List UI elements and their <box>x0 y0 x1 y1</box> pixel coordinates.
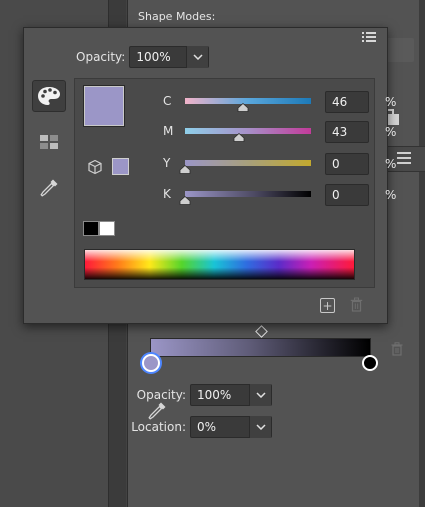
popup-menu-icon[interactable] <box>362 31 376 43</box>
shape-modes-label: Shape Modes: <box>138 10 216 23</box>
eyedropper-icon <box>40 179 58 197</box>
channel-row-k: K 0 % <box>163 184 396 210</box>
color-mixer-panel: C 46 % M 43 % Y 0 % K 0 % <box>74 78 396 288</box>
channel-input-m[interactable]: 43 <box>325 121 369 143</box>
color-mode-tabs <box>32 80 66 218</box>
channel-unit-c: % <box>385 95 397 109</box>
palette-icon <box>38 87 60 105</box>
channel-label-y: Y <box>163 156 171 170</box>
chevron-down-icon[interactable] <box>249 384 271 406</box>
channel-slider-m[interactable] <box>185 128 311 134</box>
channel-slider-k[interactable] <box>185 191 311 197</box>
channel-label-c: C <box>163 94 172 108</box>
popup-opacity-label: Opacity: <box>76 50 126 64</box>
swatches-icon <box>40 135 58 149</box>
gradient-opacity-label: Opacity: <box>136 388 186 402</box>
gradient-slider-bar[interactable] <box>150 338 371 357</box>
chevron-down-icon[interactable] <box>249 416 271 438</box>
color-spectrum[interactable] <box>84 249 355 280</box>
gradient-location-value[interactable]: 0% <box>191 420 249 434</box>
tab-eyedropper[interactable] <box>32 172 66 204</box>
gradient-stop-end[interactable] <box>362 355 378 371</box>
black-swatch[interactable] <box>83 221 99 236</box>
gradient-location-dropdown[interactable]: 0% <box>190 416 272 438</box>
black-white-swatches <box>83 220 117 237</box>
new-swatch-icon[interactable]: + <box>320 298 335 313</box>
gradient-location-row: Location: 0% <box>130 416 272 438</box>
channel-unit-k: % <box>385 188 397 202</box>
channel-unit-y: % <box>385 157 397 171</box>
channel-unit-m: % <box>385 125 397 139</box>
channel-input-k[interactable]: 0 <box>325 184 369 206</box>
popup-opacity-value[interactable]: 100% <box>130 50 186 64</box>
gradient-opacity-dropdown[interactable]: 100% <box>190 384 272 406</box>
white-swatch[interactable] <box>99 221 115 236</box>
channel-row-m: M 43 % <box>163 121 396 147</box>
delete-stop-icon[interactable] <box>391 342 403 360</box>
right-edge <box>419 0 425 507</box>
color-picker-popup: Opacity: 100% C 46 % M 43 % Y 0 % K 0 % … <box>23 27 396 324</box>
popup-opacity-row: Opacity: 100% <box>76 46 210 68</box>
chevron-down-icon[interactable] <box>186 46 209 68</box>
gradient-opacity-row: Opacity: 100% <box>130 384 272 406</box>
tab-swatches[interactable] <box>32 126 66 158</box>
channel-row-y: Y 0 % <box>163 153 396 179</box>
gradient-opacity-value[interactable]: 100% <box>191 388 249 402</box>
current-color-swatch <box>83 85 125 127</box>
gamut-color-swatch[interactable] <box>112 158 129 175</box>
gradient-stop-start[interactable] <box>142 354 160 372</box>
channel-label-k: K <box>163 187 171 201</box>
channel-row-c: C 46 % <box>163 91 396 117</box>
gradient-panel-menu-icon[interactable] <box>397 152 411 164</box>
channel-input-y[interactable]: 0 <box>325 153 369 175</box>
tab-color-mixer[interactable] <box>32 80 66 112</box>
channel-label-m: M <box>163 124 174 138</box>
popup-opacity-dropdown[interactable]: 100% <box>129 46 210 68</box>
delete-swatch-icon[interactable] <box>350 297 363 315</box>
out-of-gamut-cube-icon[interactable] <box>87 159 103 175</box>
gradient-location-label: Location: <box>131 420 186 434</box>
channel-slider-y[interactable] <box>185 160 311 166</box>
channel-input-c[interactable]: 46 <box>325 91 369 113</box>
